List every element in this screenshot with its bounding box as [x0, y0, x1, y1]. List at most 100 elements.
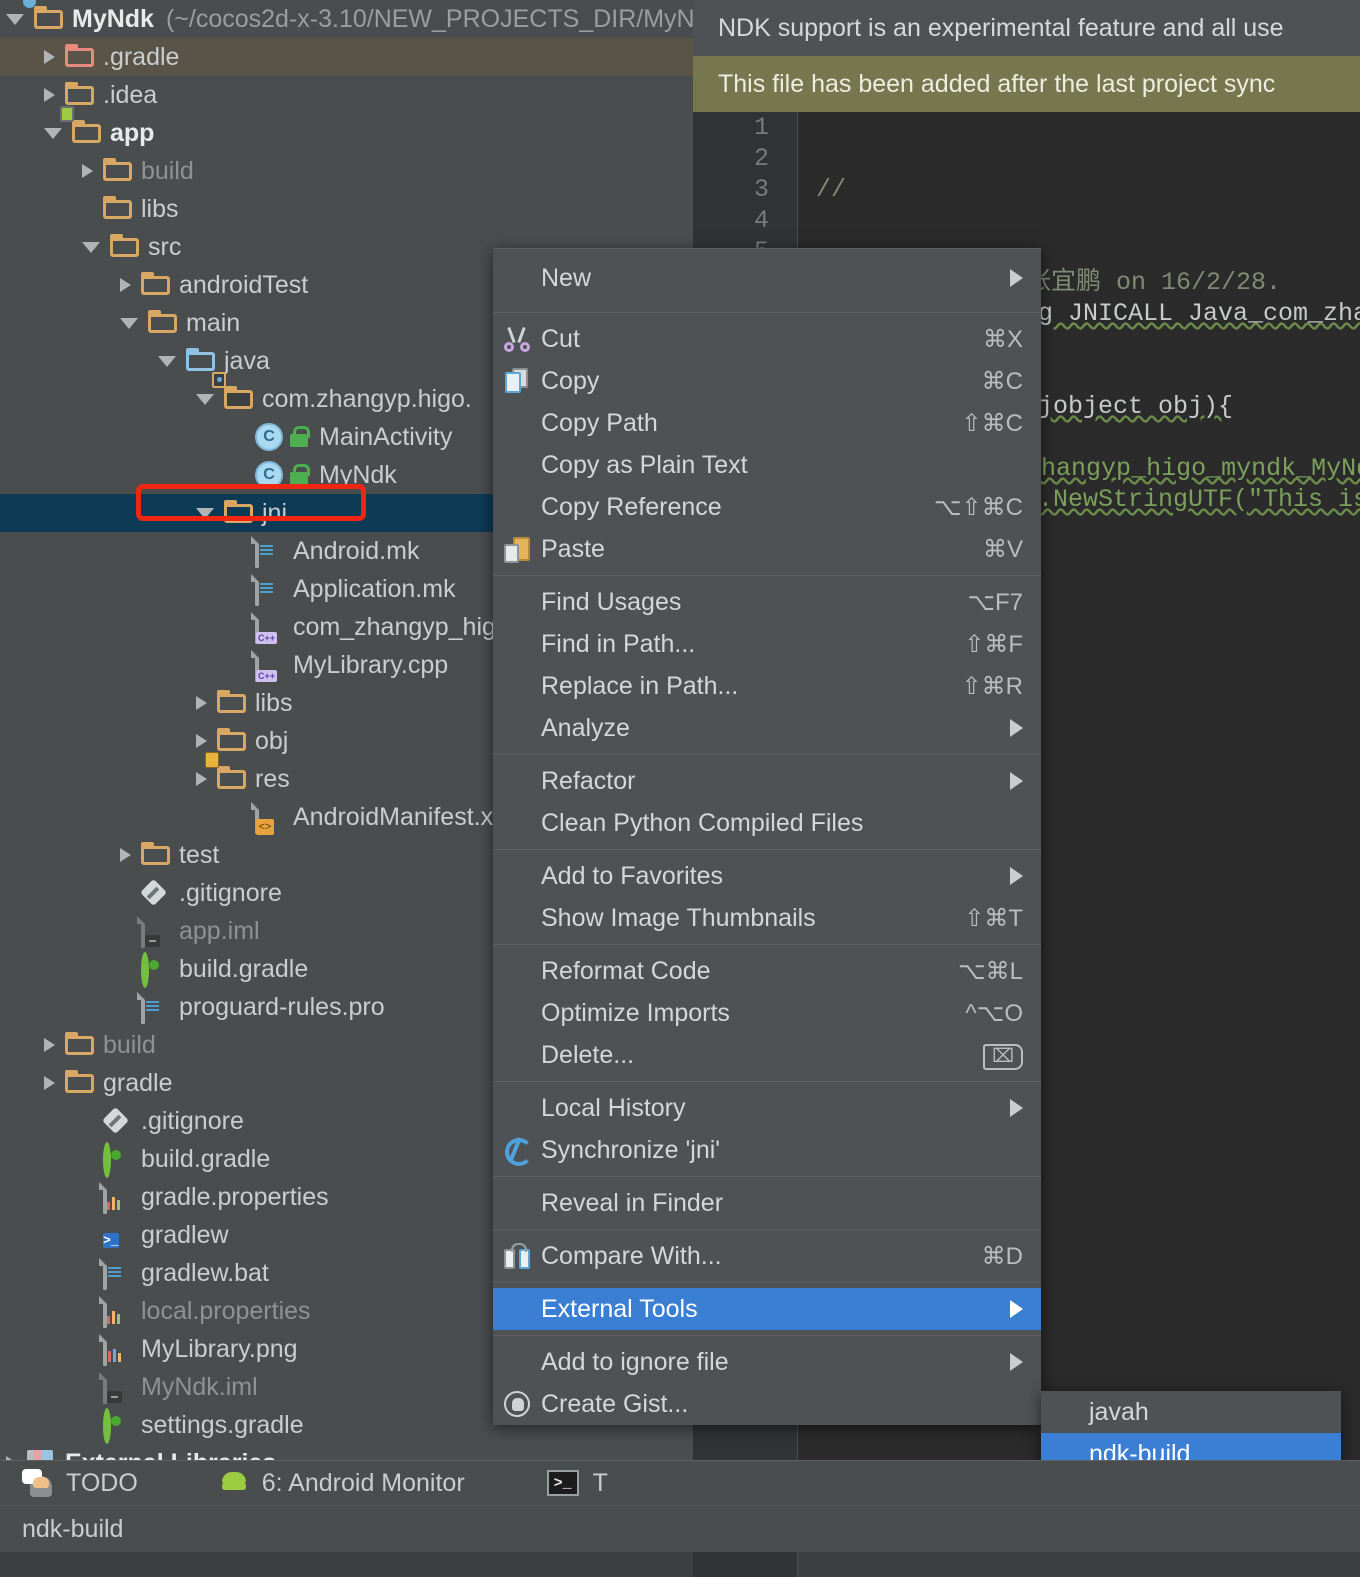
- chevron-right-icon[interactable]: [44, 50, 55, 64]
- chevron-right-icon[interactable]: [120, 848, 131, 862]
- tree-row[interactable]: .idea: [0, 76, 693, 114]
- chevron-down-icon[interactable]: [196, 393, 214, 405]
- toolwindow-android-monitor[interactable]: 6: Android Monitor: [220, 1469, 465, 1498]
- menu-shortcut: ⇧⌘F: [964, 630, 1023, 658]
- tree-item-label: .idea: [103, 80, 158, 109]
- chevron-right-icon[interactable]: [44, 1038, 55, 1052]
- menu-shortcut: ^⌥O: [965, 999, 1023, 1027]
- menu-item-clean-python-compiled-files[interactable]: Clean Python Compiled Files: [493, 802, 1041, 844]
- folder-icon: [217, 690, 247, 716]
- chevron-right-icon[interactable]: [120, 278, 131, 292]
- chevron-right-icon: [1010, 1099, 1023, 1117]
- menu-item-label: Copy Reference: [541, 492, 722, 521]
- menu-item-synchronize-jni[interactable]: Synchronize 'jni': [493, 1129, 1041, 1171]
- menu-separator: [493, 1282, 1041, 1283]
- git-icon: [103, 1108, 133, 1134]
- toolwindow-todo[interactable]: TODO: [22, 1469, 138, 1498]
- gradle-icon: [103, 1142, 133, 1178]
- menu-separator: [493, 312, 1041, 313]
- tree-row[interactable]: build: [0, 152, 693, 190]
- menu-item-add-to-favorites[interactable]: Add to Favorites: [493, 855, 1041, 897]
- chevron-down-icon[interactable]: [44, 127, 62, 139]
- toolwindow-todo-label: TODO: [66, 1468, 138, 1497]
- chevron-right-icon: [1010, 269, 1023, 287]
- file-image-icon: [103, 1334, 133, 1366]
- menu-item-copy-path[interactable]: Copy Path ⇧⌘C: [493, 402, 1041, 444]
- tree-item-label: gradlew.bat: [141, 1258, 269, 1287]
- chevron-right-icon[interactable]: [196, 772, 207, 786]
- menu-item-copy-as-plain-text[interactable]: Copy as Plain Text: [493, 444, 1041, 486]
- context-menu[interactable]: New Cut ⌘X Copy ⌘C Copy Path ⇧⌘C Copy as Plain …: [493, 248, 1041, 1425]
- android-icon: [220, 1470, 248, 1496]
- menu-item-refactor[interactable]: Refactor: [493, 760, 1041, 802]
- toolwindow-terminal[interactable]: >_ T: [546, 1468, 608, 1498]
- file-text-icon: [255, 536, 285, 568]
- menu-item-copy-reference[interactable]: Copy Reference ⌥⇧⌘C: [493, 486, 1041, 528]
- menu-item-show-image-thumbnails[interactable]: Show Image Thumbnails ⇧⌘T: [493, 897, 1041, 939]
- file-iml-icon: [141, 916, 171, 948]
- folder-icon: [65, 82, 95, 108]
- notification-ndk-support: NDK support is an experimental feature a…: [693, 0, 1360, 56]
- submenu-item-javah[interactable]: javah: [1041, 1391, 1341, 1433]
- menu-item-replace-in-path[interactable]: Replace in Path... ⇧⌘R: [493, 665, 1041, 707]
- compare-icon: [504, 1243, 530, 1269]
- chevron-right-icon[interactable]: [196, 734, 207, 748]
- chevron-down-icon[interactable]: [6, 13, 24, 25]
- tree-item-label: src: [148, 232, 182, 261]
- tree-item-label: .gradle: [103, 42, 180, 71]
- menu-item-local-history[interactable]: Local History: [493, 1087, 1041, 1129]
- menu-item-compare-with[interactable]: Compare With... ⌘D: [493, 1235, 1041, 1277]
- tree-item-label: Android.mk: [293, 536, 420, 565]
- file-cpp-icon: C++: [255, 650, 285, 682]
- chevron-down-icon[interactable]: [120, 317, 138, 329]
- chevron-right-icon[interactable]: [44, 1076, 55, 1090]
- menu-item-reformat-code[interactable]: Reformat Code ⌥⌘L: [493, 950, 1041, 992]
- chevron-right-icon[interactable]: [196, 696, 207, 710]
- tree-row-root[interactable]: MyNdk (~/cocos2d-x-3.10/NEW_PROJECTS_DIR…: [0, 0, 693, 38]
- tree-row[interactable]: app: [0, 106, 693, 152]
- menu-item-paste[interactable]: Paste ⌘V: [493, 528, 1041, 570]
- chevron-right-icon[interactable]: [82, 164, 93, 178]
- menu-shortcut: ⇧⌘C: [961, 409, 1023, 437]
- menu-item-external-tools[interactable]: External Tools: [493, 1288, 1041, 1330]
- menu-item-label: Paste: [541, 534, 605, 563]
- code-line: g JNICALL Java_com_zhan: [1038, 299, 1360, 328]
- tree-item-label: test: [179, 840, 220, 869]
- menu-item-new[interactable]: New: [493, 249, 1041, 307]
- tree-item-label: app: [110, 118, 155, 147]
- tool-window-bar[interactable]: TODO 6: Android Monitor >_ T: [0, 1460, 1360, 1505]
- folder-module-icon: [23, 0, 64, 32]
- folder-source-icon: [186, 348, 216, 374]
- menu-item-reveal-in-finder[interactable]: Reveal in Finder: [493, 1182, 1041, 1224]
- file-iml-icon: [103, 1372, 133, 1404]
- toolwindow-terminal-label: T: [592, 1468, 608, 1497]
- tree-row[interactable]: libs: [0, 190, 693, 228]
- menu-item-create-gist[interactable]: Create Gist...: [493, 1383, 1041, 1425]
- menu-item-find-usages[interactable]: Find Usages ⌥F7: [493, 581, 1041, 623]
- menu-item-delete[interactable]: Delete... ⌧: [493, 1034, 1041, 1076]
- chevron-down-icon[interactable]: [196, 507, 214, 519]
- tree-item-label: app.iml: [179, 916, 260, 945]
- menu-item-copy[interactable]: Copy ⌘C: [493, 360, 1041, 402]
- menu-item-cut[interactable]: Cut ⌘X: [493, 318, 1041, 360]
- menu-item-analyze[interactable]: Analyze: [493, 707, 1041, 749]
- folder-icon: [103, 158, 133, 184]
- chevron-down-icon[interactable]: [158, 355, 176, 367]
- tree-row[interactable]: .gradle: [0, 38, 693, 76]
- chevron-right-icon[interactable]: [44, 88, 55, 102]
- menu-item-add-to-ignore-file[interactable]: Add to ignore file: [493, 1341, 1041, 1383]
- tree-item-label: java: [224, 346, 270, 375]
- menu-item-find-in-path[interactable]: Find in Path... ⇧⌘F: [493, 623, 1041, 665]
- chevron-down-icon[interactable]: [82, 241, 100, 253]
- menu-item-optimize-imports[interactable]: Optimize Imports ^⌥O: [493, 992, 1041, 1034]
